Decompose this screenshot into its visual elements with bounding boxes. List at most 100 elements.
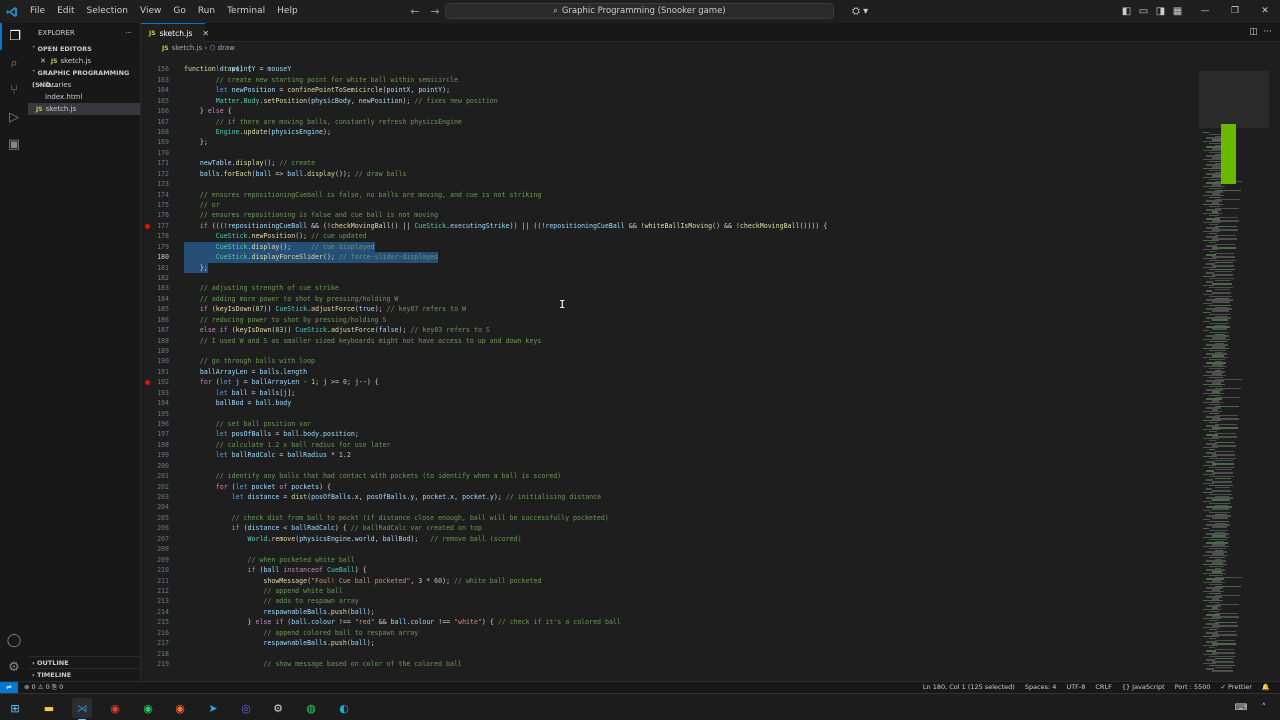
code-line[interactable]: 166 } else { [141, 106, 1191, 116]
open-editors-header[interactable]: ˅ OPEN EDITORS [28, 43, 140, 55]
remote-indicator-icon[interactable]: ⇌ [0, 682, 18, 693]
source-control-icon[interactable]: ⑂ [0, 77, 28, 104]
code-line[interactable]: 173 [141, 179, 1191, 189]
discord-icon[interactable]: ◎ [236, 698, 256, 718]
code-line[interactable]: 179 CueStick.display(); // cue displayed [141, 241, 1191, 253]
code-line[interactable]: 170 [141, 148, 1191, 158]
edge-icon[interactable]: ◐ [334, 698, 354, 718]
customize-layout-icon[interactable]: ▦ [1169, 0, 1186, 23]
copilot-icon[interactable]: ⛭ ▾ [852, 0, 868, 23]
code-line[interactable]: 171 newTable.display(); // create [141, 158, 1191, 168]
menu-view[interactable]: View [134, 0, 167, 23]
close-tab-icon[interactable]: ✕ [202, 29, 209, 38]
code-line[interactable]: 167 // if there are moving balls, consta… [141, 117, 1191, 127]
code-line[interactable]: 200 [141, 461, 1191, 471]
project-folder-header[interactable]: ˅ GRAPHIC PROGRAMMING (SNO... [28, 67, 140, 89]
code-line[interactable]: 197 let posOfBalls = ball.body.position; [141, 429, 1191, 439]
keyboard-icon[interactable]: ⌨ [1235, 703, 1248, 713]
code-line[interactable]: 174 // ensures repositioningCueball is f… [141, 190, 1191, 200]
tray-overflow-icon[interactable]: ˄ [1262, 703, 1267, 713]
steam-icon[interactable]: ⚙ [268, 698, 288, 718]
code-line[interactable]: 209 // when pocketed white ball [141, 555, 1191, 565]
code-line[interactable]: 168 Engine.update(physicsEngine); [141, 127, 1191, 137]
file-item-index-html[interactable]: index.html [28, 91, 140, 103]
code-line[interactable]: 191 ballArrayLen = balls.length [141, 367, 1191, 377]
code-line[interactable]: 187 else if (keyIsDown(83)) CueStick.adj… [141, 325, 1191, 335]
code-line[interactable]: 163 // create new starting point for whi… [141, 75, 1191, 85]
restore-icon[interactable]: ❐ [1220, 0, 1250, 23]
code-line[interactable]: 198 // calculate 1.2 x ball radius for u… [141, 440, 1191, 450]
telegram-icon[interactable]: ➤ [203, 698, 223, 718]
code-line[interactable]: 213 // adds to respawn array [141, 596, 1191, 606]
minimize-icon[interactable]: — [1190, 0, 1220, 23]
menu-go[interactable]: Go [167, 0, 191, 23]
close-editor-icon[interactable]: ✕ [40, 57, 46, 65]
code-line[interactable]: 185 if (keyIsDown(87)) CueStick.adjustFo… [141, 304, 1191, 314]
outline-section[interactable]: › OUTLINE [28, 656, 141, 668]
language-mode[interactable]: {} JavaScript [1122, 682, 1165, 693]
firefox-icon[interactable]: ◉ [170, 698, 190, 718]
code-line[interactable]: 175 // or [141, 200, 1191, 210]
explorer-icon[interactable]: ❐ [0, 23, 28, 50]
code-line[interactable]: 196 // set ball position var [141, 419, 1191, 429]
minimap-viewport[interactable] [1199, 71, 1269, 128]
code-line[interactable]: 204 [141, 502, 1191, 512]
run-debug-icon[interactable]: ▷ [0, 104, 28, 131]
file-item-sketch-js[interactable]: JS sketch.js [28, 103, 140, 115]
code-line[interactable]: 217 respawnableBalls.push(ball); [141, 638, 1191, 648]
menu-file[interactable]: File [24, 0, 51, 23]
file-explorer-icon[interactable]: ▬ [39, 698, 59, 718]
live-server-port[interactable]: Port : 5500 [1175, 682, 1211, 693]
menu-help[interactable]: Help [271, 0, 304, 23]
menu-edit[interactable]: Edit [51, 0, 80, 23]
code-line[interactable]: 189 [141, 346, 1191, 356]
account-icon[interactable]: ◯ [0, 627, 28, 654]
spotify-icon[interactable]: ◉ [138, 698, 158, 718]
code-line[interactable]: 181 }; [141, 262, 1191, 274]
menu-run[interactable]: Run [192, 0, 221, 23]
encoding-status[interactable]: UTF-8 [1066, 682, 1085, 693]
code-line[interactable]: 169 }; [141, 137, 1191, 147]
indentation-status[interactable]: Spaces: 4 [1025, 682, 1057, 693]
code-line[interactable]: 156 let pointY = mouseY [141, 64, 1191, 74]
code-line[interactable]: 215 } else if (ball.colour !== "red" && … [141, 617, 1191, 627]
cursor-position[interactable]: Ln 180, Col 1 (125 selected) [923, 682, 1015, 693]
toggle-secondary-sidebar-icon[interactable]: ◨ [1152, 0, 1169, 23]
code-line[interactable]: 164 let newPosition = confinePointToSemi… [141, 85, 1191, 95]
code-line[interactable]: 199 let ballRadCalc = ballRadius * 1.2 [141, 450, 1191, 460]
manage-gear-icon[interactable]: ⚙ [0, 654, 28, 681]
code-line[interactable]: 205 // check dist from ball to pockt (if… [141, 513, 1191, 523]
back-arrow-icon[interactable]: ← [405, 0, 425, 23]
problems-status[interactable]: ⊗ 0 ⚠ 0 ⎘ 0 [24, 682, 63, 693]
menu-selection[interactable]: Selection [81, 0, 134, 23]
code-line[interactable]: 184 // adding more power to shot by pres… [141, 294, 1191, 304]
windows-start-icon[interactable]: ⊞ [5, 698, 25, 718]
code-line[interactable]: 183 // adjusting strength of cue strike [141, 283, 1191, 293]
prettier-status[interactable]: ✓ Prettier [1220, 682, 1251, 693]
code-line[interactable]: 212 // append white ball [141, 586, 1191, 596]
code-line[interactable]: 218 [141, 649, 1191, 659]
notifications-bell-icon[interactable]: 🔔 [1262, 682, 1270, 693]
command-center-search[interactable]: ⌕ Graphic Programming (Snooker game) [445, 3, 834, 19]
timeline-section[interactable]: › TIMELINE [28, 668, 141, 680]
breakpoint-icon[interactable] [145, 223, 150, 229]
code-line[interactable]: 182 [141, 273, 1191, 283]
toggle-panel-icon[interactable]: ▭ [1135, 0, 1152, 23]
code-line[interactable]: 176 // ensures repositioning is false an… [141, 210, 1191, 220]
close-window-icon[interactable]: ✕ [1250, 0, 1280, 23]
forward-arrow-icon[interactable]: → [425, 0, 445, 23]
code-line[interactable]: 193 let ball = balls[j]; [141, 388, 1191, 398]
code-editor[interactable]: function draw() { 156 let pointY = mouse… [141, 54, 1280, 681]
vscode-taskbar-icon[interactable]: ⋊ [72, 698, 92, 720]
menu-terminal[interactable]: Terminal [221, 0, 271, 23]
more-actions-icon[interactable]: ··· [125, 23, 132, 43]
code-line[interactable]: 202 for (let pocket of pockets) { [141, 482, 1191, 492]
search-view-icon[interactable]: ⌕ [0, 50, 28, 77]
code-line[interactable]: 203 let distance = dist(posOfBalls.x, po… [141, 492, 1191, 502]
code-line[interactable]: 172 balls.forEach(ball => ball.display()… [141, 169, 1191, 179]
split-editor-icon[interactable]: ◫ ··· [1249, 23, 1272, 42]
code-line[interactable]: 214 respawnableBalls.push(ball); [141, 607, 1191, 617]
code-line[interactable]: 165 Matter.Body.setPosition(physicBody, … [141, 96, 1191, 106]
code-line[interactable]: 211 showMessage("Foul! Cue ball pocketed… [141, 576, 1191, 586]
code-line[interactable]: 190 // go through balls with loop [141, 356, 1191, 366]
